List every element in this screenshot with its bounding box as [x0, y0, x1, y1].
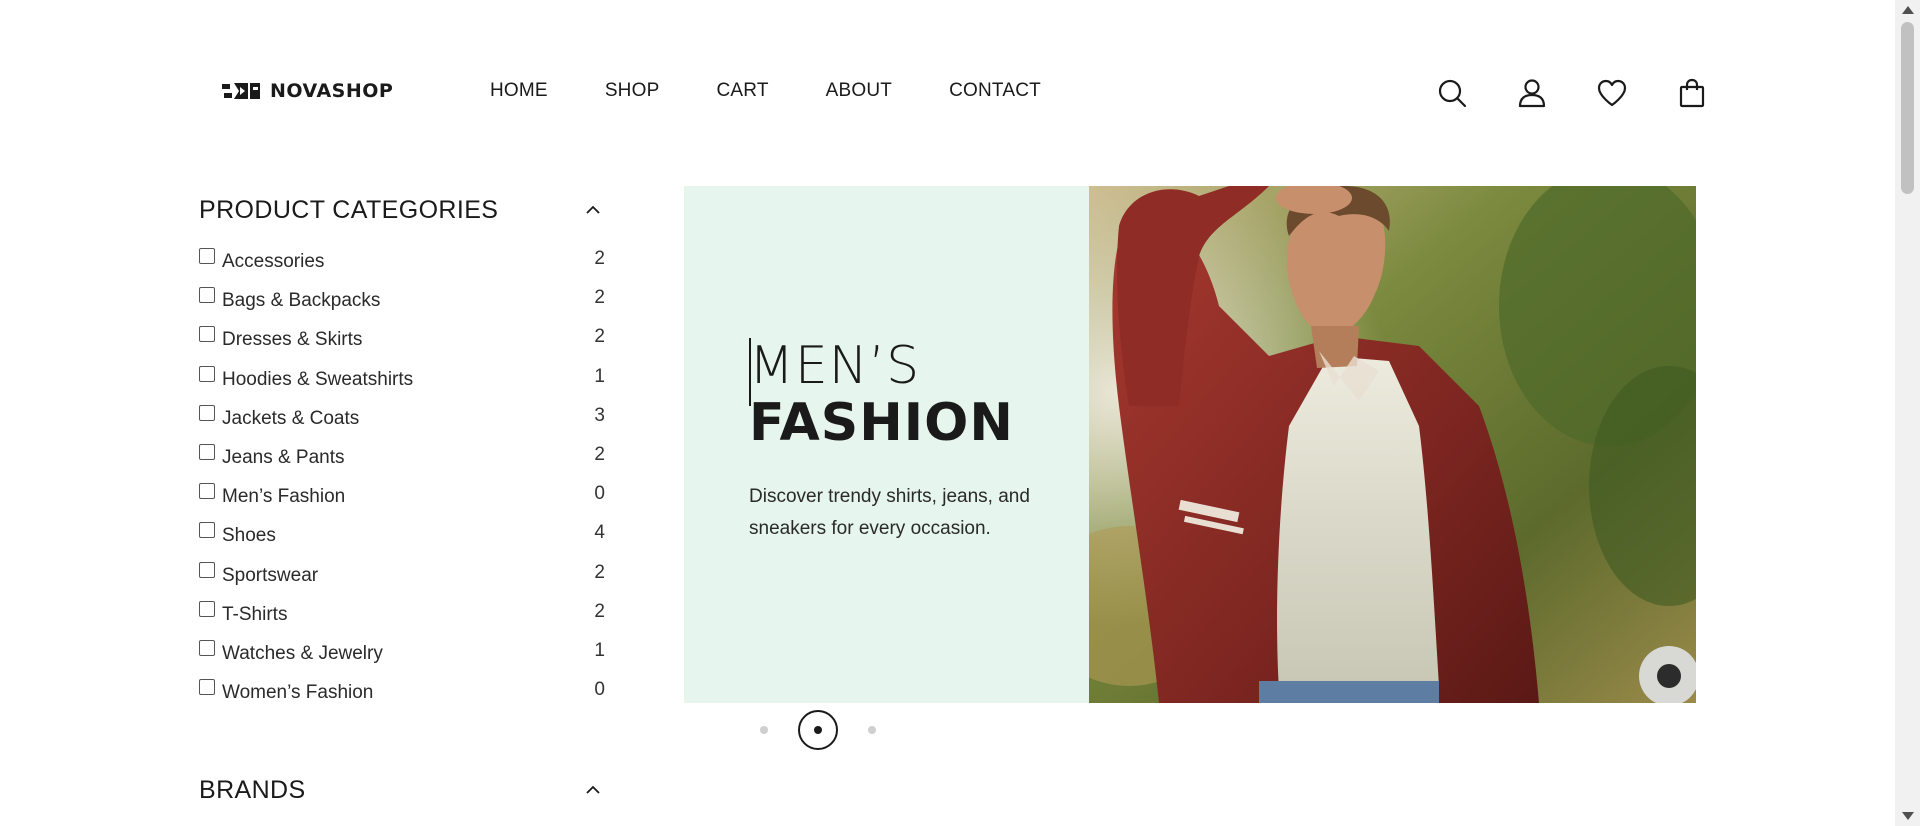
- category-label[interactable]: Shoes: [222, 525, 276, 547]
- category-checkbox[interactable]: [199, 561, 215, 578]
- category-count: 2: [594, 326, 605, 348]
- logo-text: NOVASHOP: [270, 80, 394, 102]
- category-count: 0: [594, 483, 605, 505]
- category-label[interactable]: T-Shirts: [222, 604, 287, 626]
- category-checkbox[interactable]: [199, 287, 215, 304]
- nav-about[interactable]: ABOUT: [826, 80, 892, 102]
- hero-heading-line1: MEN’S: [749, 336, 921, 396]
- category-label[interactable]: Dresses & Skirts: [222, 329, 362, 351]
- category-item[interactable]: Jeans & Pants 2: [199, 443, 605, 483]
- logo[interactable]: NOVASHOP: [222, 80, 393, 102]
- category-count: 2: [594, 561, 605, 583]
- brands-section: BRANDS: [199, 770, 605, 810]
- carousel-dot-3[interactable]: [868, 726, 876, 734]
- category-item[interactable]: T-Shirts 2: [199, 600, 605, 640]
- brands-header[interactable]: BRANDS: [199, 770, 605, 810]
- brands-title: BRANDS: [199, 775, 306, 804]
- scrollbar-thumb[interactable]: [1901, 22, 1914, 194]
- hero-heading: MEN’S FASHION: [749, 338, 1014, 452]
- category-item[interactable]: Dresses & Skirts 2: [199, 326, 605, 365]
- scroll-down-arrow-icon[interactable]: [1895, 806, 1920, 826]
- hero-banner[interactable]: MEN’S FASHION Discover trendy shirts, je…: [684, 186, 1696, 703]
- category-checkbox[interactable]: [199, 404, 215, 421]
- user-icon[interactable]: [1515, 76, 1549, 110]
- category-item[interactable]: Women’s Fashion 0: [199, 679, 605, 718]
- logo-mark-icon: [222, 80, 262, 102]
- search-icon[interactable]: [1435, 76, 1469, 110]
- nav-cart[interactable]: CART: [716, 80, 768, 102]
- category-item[interactable]: Sportswear 2: [199, 561, 605, 601]
- category-item[interactable]: Bags & Backpacks 2: [199, 287, 605, 326]
- category-label[interactable]: Women’s Fashion: [222, 682, 373, 704]
- category-count: 3: [594, 404, 605, 426]
- chevron-up-icon[interactable]: [581, 778, 605, 802]
- category-checkbox[interactable]: [199, 248, 215, 264]
- header-icons: [1435, 76, 1709, 110]
- nav-contact[interactable]: CONTACT: [949, 80, 1041, 102]
- category-item[interactable]: Accessories 2: [199, 248, 605, 287]
- hero-model-photo: [1089, 186, 1696, 703]
- category-item[interactable]: Jackets & Coats 3: [199, 404, 605, 444]
- page-scrollbar[interactable]: [1895, 0, 1920, 826]
- nav-home[interactable]: HOME: [490, 80, 548, 102]
- categories-title: PRODUCT CATEGORIES: [199, 195, 499, 224]
- carousel-dot-2-active[interactable]: [798, 710, 838, 750]
- category-item[interactable]: Men’s Fashion 0: [199, 483, 605, 522]
- category-count: 0: [594, 679, 605, 701]
- category-label[interactable]: Watches & Jewelry: [222, 643, 383, 665]
- carousel-dot-1[interactable]: [760, 726, 768, 734]
- category-item[interactable]: Hoodies & Sweatshirts 1: [199, 365, 605, 405]
- categories-header[interactable]: PRODUCT CATEGORIES: [199, 190, 605, 230]
- category-checkbox[interactable]: [199, 522, 215, 539]
- site-header: NOVASHOP HOME SHOP CART ABOUT CONTACT: [0, 0, 1895, 186]
- hero-heading-line2: FASHION: [749, 393, 1014, 453]
- category-count: 2: [594, 248, 605, 269]
- shopping-bag-icon[interactable]: [1675, 76, 1709, 110]
- scroll-up-arrow-icon[interactable]: [1895, 0, 1920, 20]
- category-count: 1: [594, 365, 605, 387]
- category-label[interactable]: Jackets & Coats: [222, 408, 359, 430]
- hero-description: Discover trendy shirts, jeans, and sneak…: [749, 486, 1030, 539]
- filter-sidebar: PRODUCT CATEGORIES Accessories 2 Bags & …: [199, 190, 605, 718]
- category-label[interactable]: Sportswear: [222, 565, 318, 587]
- category-item[interactable]: Shoes 4: [199, 522, 605, 561]
- category-count: 2: [594, 287, 605, 309]
- category-checkbox[interactable]: [199, 483, 215, 500]
- category-label[interactable]: Men’s Fashion: [222, 486, 345, 508]
- main-nav: HOME SHOP CART ABOUT CONTACT: [490, 80, 1041, 102]
- category-list: Accessories 2 Bags & Backpacks 2 Dresses…: [199, 248, 605, 718]
- category-label[interactable]: Jeans & Pants: [222, 447, 345, 469]
- category-item[interactable]: Watches & Jewelry 1: [199, 639, 605, 679]
- nav-shop[interactable]: SHOP: [605, 80, 660, 102]
- category-label[interactable]: Hoodies & Sweatshirts: [222, 369, 413, 391]
- category-label[interactable]: Bags & Backpacks: [222, 290, 380, 312]
- category-count: 1: [594, 639, 605, 661]
- category-checkbox[interactable]: [199, 679, 215, 696]
- category-label[interactable]: Accessories: [222, 251, 324, 273]
- category-count: 2: [594, 600, 605, 622]
- category-checkbox[interactable]: [199, 326, 215, 343]
- category-checkbox[interactable]: [199, 365, 215, 382]
- carousel-dots: [760, 710, 876, 750]
- category-count: 2: [594, 443, 605, 465]
- category-checkbox[interactable]: [199, 639, 215, 656]
- chevron-up-icon[interactable]: [581, 198, 605, 222]
- category-checkbox[interactable]: [199, 600, 215, 617]
- heart-icon[interactable]: [1595, 76, 1629, 110]
- category-count: 4: [594, 522, 605, 544]
- category-checkbox[interactable]: [199, 443, 215, 460]
